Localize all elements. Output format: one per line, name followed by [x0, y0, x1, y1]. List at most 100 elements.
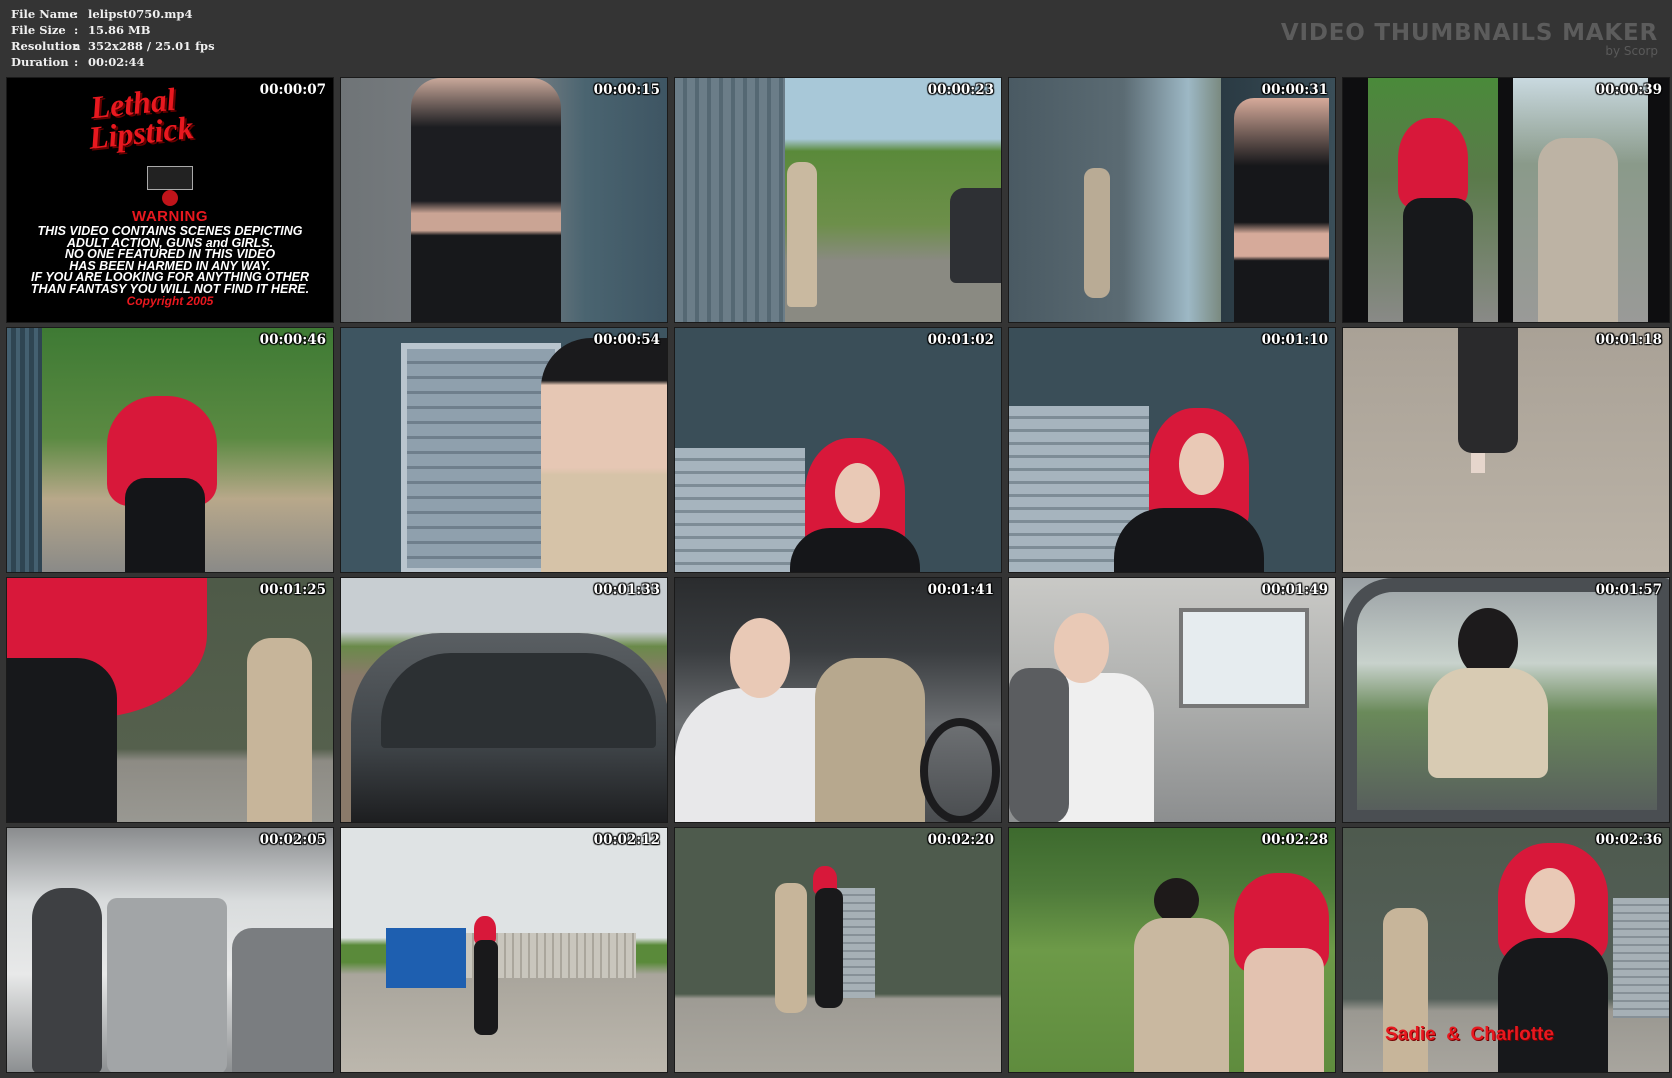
frame-figure [1234, 98, 1329, 322]
timestamp: 00:01:18 [1595, 332, 1662, 348]
brand-subtitle: by Scorp [1605, 44, 1658, 58]
timestamp: 00:00:46 [259, 332, 326, 348]
header: File Name : lelipst0750.mp4 File Size : … [0, 0, 1672, 76]
thumbnail[interactable]: 00:01:02 [674, 327, 1002, 573]
video-frame [341, 828, 667, 1072]
duration-label: Duration [11, 55, 69, 69]
video-frame [1009, 828, 1335, 1072]
thumbnail[interactable]: 00:00:54 [340, 327, 668, 573]
file-info: File Name : lelipst0750.mp4 File Size : … [11, 6, 215, 70]
frame-seat [32, 888, 102, 1072]
thumbnail[interactable]: 00:02:05 [6, 827, 334, 1073]
video-frame [7, 328, 333, 572]
video-frame [675, 328, 1001, 572]
thumbnail[interactable]: 00:01:18 [1342, 327, 1670, 573]
video-frame [341, 578, 667, 822]
frame-seat [232, 928, 333, 1072]
thumbnail[interactable]: 00:02:12 [340, 827, 668, 1073]
age-restriction-box [147, 166, 193, 190]
thumbnail[interactable]: 00:01:41 [674, 577, 1002, 823]
thumbnail[interactable]: 00:00:23 [674, 77, 1002, 323]
duration-separator: : [74, 55, 79, 69]
timestamp: 00:01:10 [1261, 332, 1328, 348]
thumbnail[interactable]: 00:01:33 [340, 577, 668, 823]
thumbnail[interactable]: 00:00:15 [340, 77, 668, 323]
file-name-separator: : [74, 7, 79, 21]
timestamp: 00:00:07 [259, 82, 326, 98]
logo-line-2: Lipstick [86, 109, 196, 156]
timestamp: 00:01:25 [259, 582, 326, 598]
frame-windshield [381, 653, 656, 748]
duration-row: Duration : 00:02:44 [11, 54, 215, 70]
timestamp: 00:02:05 [259, 832, 326, 848]
timestamp: 00:01:57 [1595, 582, 1662, 598]
frame-shoe [1471, 453, 1485, 473]
frame-door [401, 343, 561, 572]
timestamp: 00:02:12 [593, 832, 660, 848]
frame-figure [815, 658, 925, 822]
frame-figure [1538, 138, 1618, 322]
video-frame [7, 828, 333, 1072]
frame-figure [790, 528, 920, 572]
thumbnail[interactable]: 00:02:28 [1008, 827, 1336, 1073]
file-size-separator: : [74, 23, 79, 37]
timestamp: 00:00:31 [1261, 82, 1328, 98]
brand-title: VIDEO THUMBNAILS MAKER [1280, 20, 1658, 46]
thumbnail-grid: Lethal Lipstick WARNING THIS VIDEO CONTA… [6, 77, 1670, 1073]
duration-value: 00:02:44 [88, 55, 145, 69]
age-badge-icon [162, 190, 178, 206]
timestamp: 00:01:41 [927, 582, 994, 598]
thumbnail[interactable]: 00:01:57 [1342, 577, 1670, 823]
resolution-value: 352x288 / 25.01 fps [88, 39, 215, 53]
resolution-separator: : [74, 39, 79, 53]
lethal-lipstick-logo: Lethal Lipstick [74, 81, 196, 156]
video-frame [341, 328, 667, 572]
video-frame [1343, 328, 1669, 572]
brand-watermark: VIDEO THUMBNAILS MAKER by Scorp [1281, 20, 1658, 58]
timestamp: 00:02:20 [927, 832, 994, 848]
frame-figure [247, 638, 312, 822]
frame-figure [1244, 948, 1324, 1072]
thumbnail[interactable]: 00:00:31 [1008, 77, 1336, 323]
frame-figure [1403, 198, 1473, 322]
video-frame [1009, 78, 1335, 322]
thumbnail[interactable]: 00:00:46 [6, 327, 334, 573]
video-frame [1343, 578, 1669, 822]
frame-figure [125, 478, 205, 572]
frame-seat [1009, 668, 1069, 822]
frame-figure [7, 658, 117, 822]
video-frame [675, 828, 1001, 1072]
video-frame [1343, 78, 1669, 322]
thumbnail[interactable]: Lethal Lipstick WARNING THIS VIDEO CONTA… [6, 77, 334, 323]
frame-face [835, 463, 880, 523]
thumbnail[interactable]: 00:01:25 [6, 577, 334, 823]
frame-container [386, 928, 466, 988]
frame-figure [1498, 938, 1608, 1072]
warning-text: THIS VIDEO CONTAINS SCENES DEPICTING ADU… [7, 225, 333, 295]
thumbnail[interactable]: 00:00:39 [1342, 77, 1670, 323]
video-frame [341, 78, 667, 322]
thumbnail[interactable]: 00:02:20 [674, 827, 1002, 1073]
thumbnail[interactable]: 00:01:10 [1008, 327, 1336, 573]
timestamp: 00:01:49 [1261, 582, 1328, 598]
frame-wheel [920, 718, 1000, 822]
frame-fence [7, 328, 42, 572]
resolution-row: Resolution : 352x288 / 25.01 fps [11, 38, 215, 54]
frame-figure [1134, 918, 1229, 1072]
thumbnail[interactable]: Sadie & Charlotte 00:02:36 [1342, 827, 1670, 1073]
frame-figure [411, 78, 561, 322]
frame-figure [775, 883, 807, 1013]
frame-legs [1458, 328, 1518, 453]
thumbnail[interactable]: 00:01:49 [1008, 577, 1336, 823]
frame-figure [474, 940, 498, 1035]
file-name-value: lelipst0750.mp4 [88, 7, 193, 21]
timestamp: 00:00:39 [1595, 82, 1662, 98]
frame-figure [787, 162, 817, 307]
frame-door-panel [107, 898, 227, 1072]
frame-hair [1154, 878, 1199, 923]
file-name-row: File Name : lelipst0750.mp4 [11, 6, 215, 22]
warning-title: WARNING [132, 208, 208, 225]
file-size-label: File Size [11, 23, 66, 37]
frame-figure [1428, 668, 1548, 778]
video-frame [675, 578, 1001, 822]
